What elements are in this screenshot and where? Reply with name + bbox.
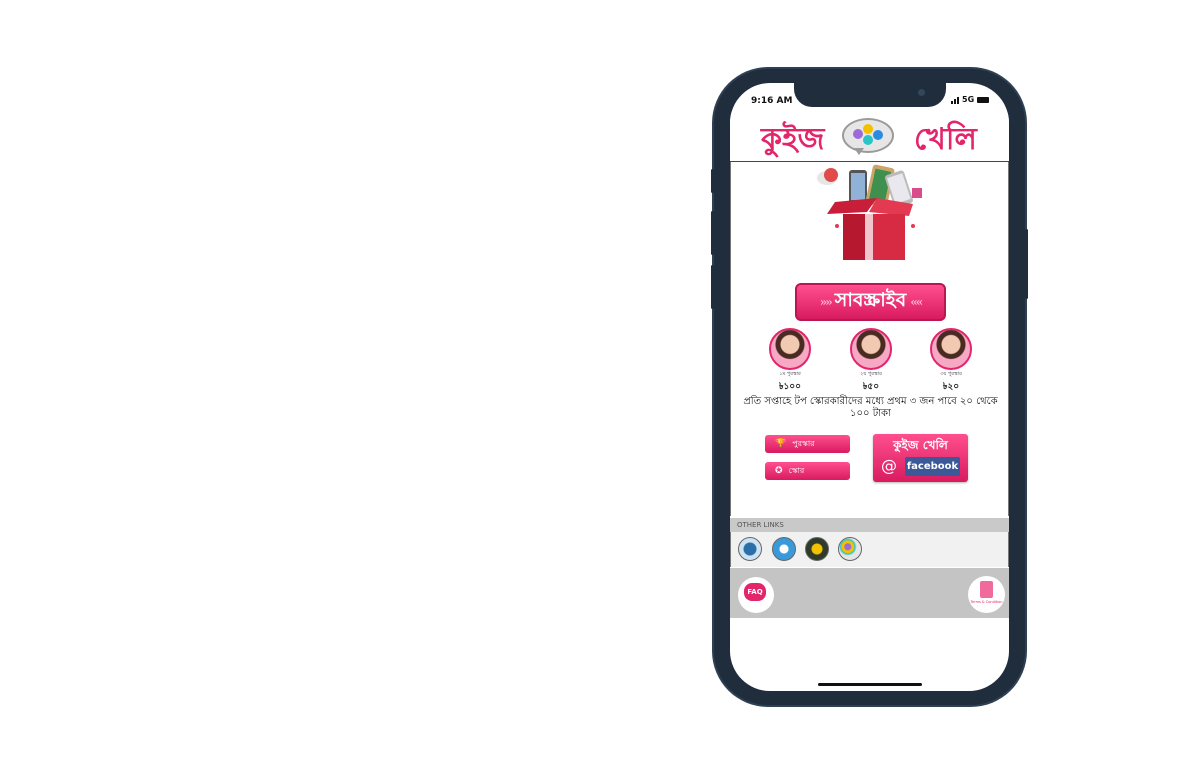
game-app-icon[interactable] [805, 537, 829, 561]
battery-icon [977, 96, 990, 103]
score-label: স্কোর [788, 465, 805, 475]
faq-label: FAQ [744, 583, 766, 601]
logo-title-right: খেলি [914, 122, 977, 157]
volume-down-button [711, 265, 714, 309]
faq-button[interactable]: FAQ [738, 577, 774, 613]
prize-label: পুরস্কার [792, 438, 815, 448]
winner-avatar [769, 328, 811, 370]
terms-label: Terms & Condition [970, 600, 1003, 604]
video-app-icon[interactable] [738, 537, 762, 561]
logo-title-left: কুইজ [761, 122, 825, 157]
winner-avatar [930, 328, 972, 370]
winner-amount: ৳২০ [942, 382, 960, 392]
chevrons-left-icon: «« [910, 295, 923, 309]
signal-icon [951, 96, 959, 104]
phone-screen: 9:16 AM 5G কুইজ খেলি »» সাবস্ক্রাইব «« ১… [730, 83, 1009, 691]
play-on-facebook-button[interactable]: কুইজ খেলি @ facebook [873, 434, 968, 482]
gift-box-phones-icon [817, 164, 922, 260]
facebook-logo: facebook [905, 457, 960, 476]
winner-third: ৩য় পুরস্কার ৳২০ [928, 328, 974, 394]
prize-button[interactable]: 🏆 পুরস্কার [765, 435, 850, 453]
footer: FAQ Terms & Condition [730, 568, 1009, 618]
volume-up-button [711, 211, 714, 255]
document-icon [980, 581, 993, 598]
mute-switch [711, 169, 714, 193]
winner-second: ২য় পুরস্কার ৳৫০ [848, 328, 894, 394]
network-label: 5G [962, 95, 975, 104]
terms-button[interactable]: Terms & Condition [968, 576, 1005, 613]
chevrons-right-icon: »» [819, 295, 833, 309]
power-button [1025, 229, 1028, 299]
status-time: 9:16 AM [751, 96, 793, 106]
prize-info-text: প্রতি সপ্তাহে টপ স্কোরকারীদের মধ্যে প্রথ… [743, 396, 998, 419]
score-button[interactable]: ✪ স্কোর [765, 462, 850, 480]
winner-rank: ১ম পুরস্কার [779, 371, 801, 377]
facebook-play-title: কুইজ খেলি [893, 438, 948, 452]
status-indicators: 5G [951, 95, 990, 104]
quiz-app-icon[interactable] [838, 537, 862, 561]
camera-icon [918, 89, 925, 96]
winner-first: ১ম পুরস্কার ৳১০০ [767, 328, 813, 394]
winner-rank: ২য় পুরস্কার [860, 371, 882, 377]
other-links-header: OTHER LINKS [730, 518, 1009, 532]
home-indicator [818, 683, 922, 686]
winner-amount: ৳৫০ [862, 382, 880, 392]
fitness-app-icon[interactable] [772, 537, 796, 561]
app-body: »» সাবস্ক্রাইব «« ১ম পুরস্কার ৳১০০ ২য় প… [730, 162, 1009, 516]
subscribe-label: সাবস্ক্রাইব [834, 289, 907, 311]
winner-amount: ৳১০০ [778, 382, 802, 392]
winner-avatar [850, 328, 892, 370]
winner-rank: ৩য় পুরস্কার [940, 371, 962, 377]
other-links-row [730, 532, 1009, 567]
medal-icon: ✪ [775, 466, 783, 476]
app-header: কুইজ খেলি [730, 112, 1009, 162]
subscribe-button[interactable]: »» সাবস্ক্রাইব «« [795, 283, 946, 321]
quiz-bubble-tail [854, 148, 864, 155]
phone-frame: 9:16 AM 5G কুইজ খেলি »» সাবস্ক্রাইব «« ১… [711, 69, 1028, 705]
quiz-bubble-icon [842, 118, 894, 153]
trophy-icon: 🏆 [775, 439, 787, 449]
at-symbol: @ [881, 456, 897, 475]
